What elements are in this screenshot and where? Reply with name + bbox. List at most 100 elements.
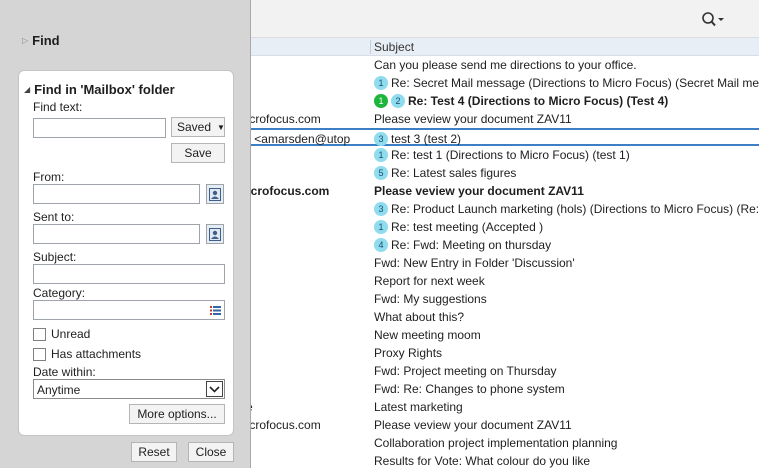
message-subject-cell: Latest marketing xyxy=(374,400,463,414)
message-subject: Fwd: My suggestions xyxy=(374,292,487,306)
message-subject: Collaboration project implementation pla… xyxy=(374,436,618,450)
message-subject-cell: 1 Re: Secret Mail message (Directions to … xyxy=(374,76,759,90)
conversation-count-badge: 1 xyxy=(374,148,388,162)
message-subject: What about this? xyxy=(374,310,465,324)
find-text-input[interactable] xyxy=(33,118,166,138)
message-sender: nicrofocus.com xyxy=(240,112,321,126)
collapse-triangle-icon: ▷ xyxy=(22,36,29,45)
column-separator[interactable] xyxy=(370,40,371,54)
message-subject-cell: 5 Re: Latest sales figures xyxy=(374,166,516,180)
close-button[interactable]: Close xyxy=(188,442,234,462)
find-title: Find xyxy=(32,33,60,48)
message-subject: Re: Latest sales figures xyxy=(391,166,517,180)
message-sender: nicrofocus.com xyxy=(240,184,330,198)
message-subject-cell: Can you please send me directions to you… xyxy=(374,58,637,72)
message-subject: test 3 (test 2) xyxy=(391,132,462,146)
category-field[interactable] xyxy=(33,300,225,320)
subject-column-header[interactable]: Subject xyxy=(374,40,414,54)
message-subject: New meeting moom xyxy=(374,328,481,342)
address-book-icon xyxy=(209,227,221,241)
message-subject: Fwd: Re: Changes to phone system xyxy=(374,382,565,396)
sent-to-label: Sent to: xyxy=(33,210,75,224)
find-box-header[interactable]: ◢ Find in 'Mailbox' folder xyxy=(24,82,175,97)
message-sender: n xyxy=(240,202,368,216)
message-subject: Report for next week xyxy=(374,274,485,288)
message-subject-cell: Report for next week xyxy=(374,274,485,288)
more-options-button[interactable]: More options... xyxy=(129,404,225,424)
message-subject-cell: 1 2 Re: Test 4 (Directions to Micro Focus)… xyxy=(374,94,668,108)
conversation-count-badge: 3 xyxy=(374,132,388,146)
message-sender: n xyxy=(240,148,368,162)
message-subject-cell: Fwd: My suggestions xyxy=(374,292,487,306)
message-subject: Fwd: Project meeting on Thursday xyxy=(374,364,557,378)
saved-searches-dropdown[interactable]: Saved ▼ xyxy=(171,117,225,137)
message-subject-cell: 4 Re: Fwd: Meeting on thursday xyxy=(374,238,551,252)
dropdown-arrow-icon: ▼ xyxy=(217,122,225,132)
message-subject: Re: Product Launch marketing (hols) (Dir… xyxy=(391,202,759,216)
message-subject-cell: 3 Re: Product Launch marketing (hols) (Di… xyxy=(374,202,759,216)
date-within-select[interactable]: Anytime xyxy=(33,379,225,399)
message-subject: Re: test meeting (Accepted ) xyxy=(391,220,544,234)
conversation-count-badge: 2 xyxy=(391,94,405,108)
find-in-folder-box: ◢ Find in 'Mailbox' folder Find text: Sa… xyxy=(18,70,234,436)
conversation-count-badge: 5 xyxy=(374,166,388,180)
saved-label: Saved xyxy=(177,120,212,134)
message-subject-cell: 1 Re: test meeting (Accepted ) xyxy=(374,220,543,234)
message-subject-cell: Fwd: Re: Changes to phone system xyxy=(374,382,565,396)
message-sender: n" <amarsden@utop xyxy=(240,132,351,146)
message-subject: Latest marketing xyxy=(374,400,463,414)
find-panel: ▷ Find ◢ Find in 'Mailbox' folder Find t… xyxy=(0,0,251,468)
message-sender: n xyxy=(240,454,368,468)
message-subject-cell: Please veview your document ZAV11 xyxy=(374,112,572,126)
message-sender: n xyxy=(240,94,368,108)
message-subject: Can you please send me directions to you… xyxy=(374,58,637,72)
expand-triangle-icon: ◢ xyxy=(24,85,31,94)
message-subject-cell: New meeting moom xyxy=(374,328,481,342)
date-within-value: Anytime xyxy=(37,383,81,397)
message-subject-cell: Proxy Rights xyxy=(374,346,442,360)
category-label: Category: xyxy=(33,286,86,300)
sent-to-address-book-button[interactable] xyxy=(206,224,224,244)
message-subject: Re: Test 4 (Directions to Micro Focus) (… xyxy=(408,94,669,108)
from-label: From: xyxy=(33,170,65,184)
message-subject-cell: Fwd: New Entry in Folder 'Discussion' xyxy=(374,256,575,270)
conversation-count-badge: 1 xyxy=(374,220,388,234)
message-subject-cell: 1 Re: test 1 (Directions to Micro Focus) … xyxy=(374,148,630,162)
has-attachments-label: Has attachments xyxy=(51,347,142,361)
category-list-icon xyxy=(210,306,221,315)
subject-input[interactable] xyxy=(33,264,225,284)
message-sender: y xyxy=(240,328,368,342)
search-icon xyxy=(702,12,724,27)
search-dropdown-button[interactable] xyxy=(696,9,730,31)
from-input[interactable] xyxy=(33,184,200,204)
message-sender: n xyxy=(240,166,368,180)
conversation-count-badge: 1 xyxy=(374,94,388,108)
message-subject: Proxy Rights xyxy=(374,346,443,360)
address-book-icon xyxy=(209,187,221,201)
message-subject: Please veview your document ZAV11 xyxy=(374,112,572,126)
unread-label: Unread xyxy=(51,327,91,341)
conversation-count-badge: 1 xyxy=(374,76,388,90)
message-sender: nicrofocus.com xyxy=(240,418,321,432)
has-attachments-checkbox[interactable] xyxy=(33,348,46,361)
subject-label: Subject: xyxy=(33,250,77,264)
save-button[interactable]: Save xyxy=(171,143,225,163)
conversation-count-badge: 4 xyxy=(374,238,388,252)
message-sender: se xyxy=(240,400,368,414)
sent-to-input[interactable] xyxy=(33,224,200,244)
date-within-label: Date within: xyxy=(33,365,96,379)
conversation-count-badge: 3 xyxy=(374,202,388,216)
message-sender: 1 xyxy=(240,220,368,234)
message-sender: n xyxy=(240,76,368,90)
reset-button[interactable]: Reset xyxy=(131,442,177,462)
message-subject-cell: Fwd: Project meeting on Thursday xyxy=(374,364,557,378)
message-subject-cell: Please veview your document ZAV11 xyxy=(374,184,584,198)
message-subject-cell: What about this? xyxy=(374,310,464,324)
find-text-label: Find text: xyxy=(33,100,83,114)
find-section-header[interactable]: ▷ Find xyxy=(22,33,60,48)
unread-checkbox[interactable] xyxy=(33,328,46,341)
message-subject: Please veview your document ZAV11 xyxy=(374,184,584,198)
message-subject: Please veview your document ZAV11 xyxy=(374,418,572,432)
from-address-book-button[interactable] xyxy=(206,184,224,204)
message-subject: Results for Vote: What colour do you lik… xyxy=(374,454,591,468)
